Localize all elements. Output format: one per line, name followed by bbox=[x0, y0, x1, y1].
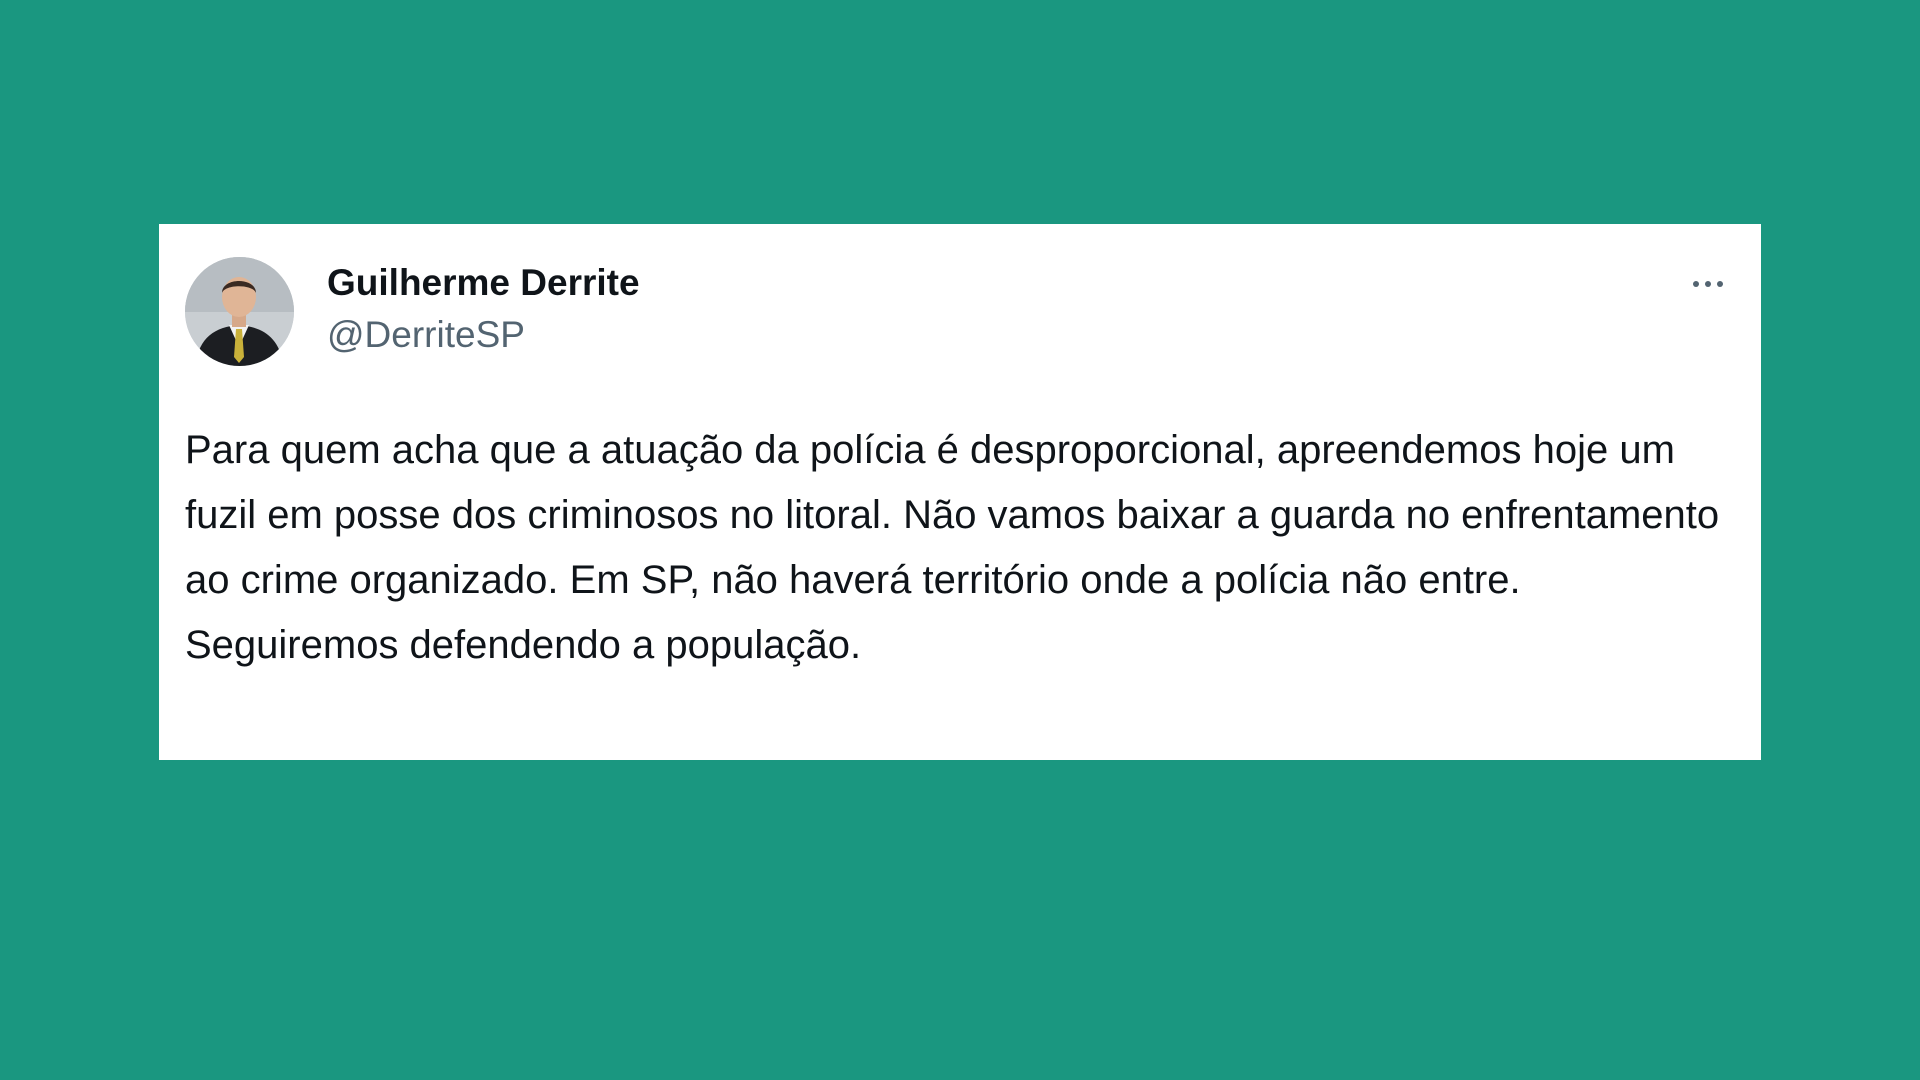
tweet-text: Para quem acha que a atuação da polícia … bbox=[185, 428, 1720, 667]
more-dot bbox=[1717, 281, 1723, 287]
more-dot bbox=[1705, 281, 1711, 287]
page-background: Guilherme Derrite @DerriteSP Para quem a… bbox=[0, 0, 1920, 1080]
author-handle[interactable]: @DerriteSP bbox=[327, 314, 525, 356]
more-dot bbox=[1693, 281, 1699, 287]
author-name[interactable]: Guilherme Derrite bbox=[327, 262, 640, 304]
avatar-photo-icon bbox=[185, 257, 294, 366]
more-options-icon[interactable] bbox=[1683, 272, 1733, 296]
author-avatar[interactable] bbox=[185, 257, 294, 366]
tweet-card: Guilherme Derrite @DerriteSP Para quem a… bbox=[159, 224, 1761, 760]
